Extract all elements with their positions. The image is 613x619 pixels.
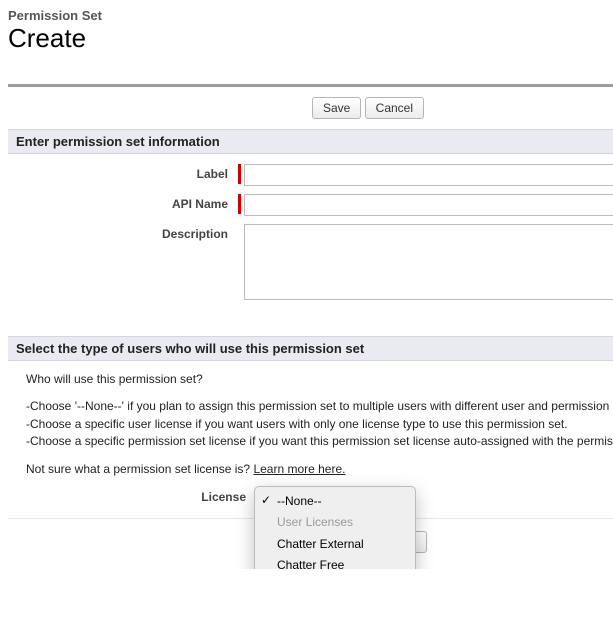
label-field-label: Label bbox=[8, 164, 238, 184]
form-panel: Save Cancel Enter permission set informa… bbox=[8, 84, 613, 569]
save-button[interactable]: Save bbox=[312, 97, 361, 119]
hint-text: Not sure what a permission set license i… bbox=[26, 462, 253, 476]
section-header-users: Select the type of users who will use th… bbox=[8, 336, 613, 361]
required-indicator bbox=[238, 164, 241, 184]
learn-more-link[interactable]: Learn more here. bbox=[253, 462, 345, 476]
page-title: Create bbox=[8, 23, 613, 54]
bullet-line: -Choose a specific user license if you w… bbox=[26, 416, 613, 433]
required-indicator bbox=[238, 194, 241, 214]
license-option[interactable]: --None-- bbox=[255, 491, 415, 512]
bullet-line: -Choose '--None--' if you plan to assign… bbox=[26, 398, 613, 415]
bullet-line: -Choose a specific permission set licens… bbox=[26, 433, 613, 450]
license-option[interactable]: Chatter External bbox=[255, 534, 415, 555]
license-option-group: User Licenses bbox=[255, 512, 415, 533]
license-dropdown-menu[interactable]: --None--User LicensesChatter ExternalCha… bbox=[254, 486, 416, 569]
breadcrumb: Permission Set bbox=[8, 8, 613, 23]
cancel-button[interactable]: Cancel bbox=[365, 97, 424, 119]
apiname-field-label: API Name bbox=[8, 194, 238, 214]
description-field-label: Description bbox=[8, 224, 238, 244]
lead-question: Who will use this permission set? bbox=[26, 371, 613, 388]
description-textarea[interactable] bbox=[244, 224, 613, 300]
license-option[interactable]: Chatter Free bbox=[255, 555, 415, 569]
section-header-info: Enter permission set information bbox=[8, 129, 613, 154]
license-field-label: License bbox=[26, 488, 256, 506]
apiname-input[interactable] bbox=[244, 194, 613, 216]
top-toolbar: Save Cancel bbox=[8, 87, 613, 129]
label-input[interactable] bbox=[244, 164, 613, 186]
